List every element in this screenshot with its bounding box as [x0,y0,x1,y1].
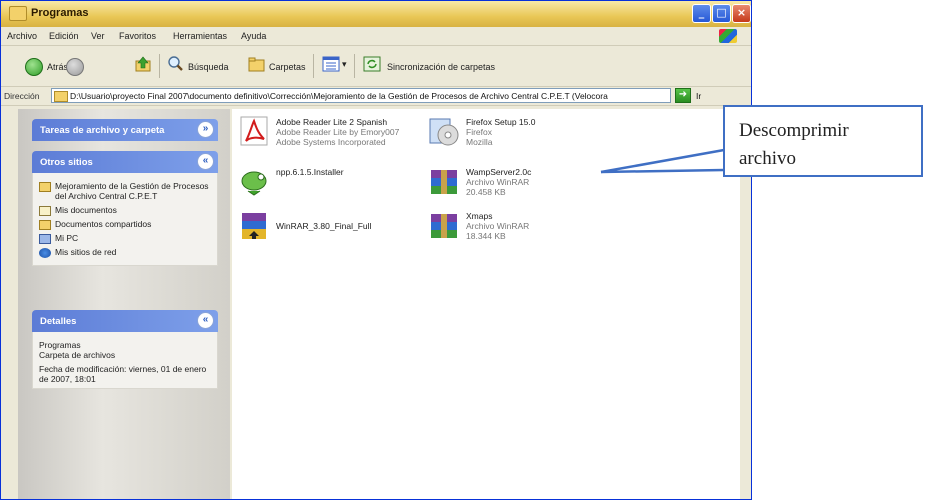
callout-label: Descomprimir archivo [723,105,923,177]
callout-pointer [600,148,725,174]
